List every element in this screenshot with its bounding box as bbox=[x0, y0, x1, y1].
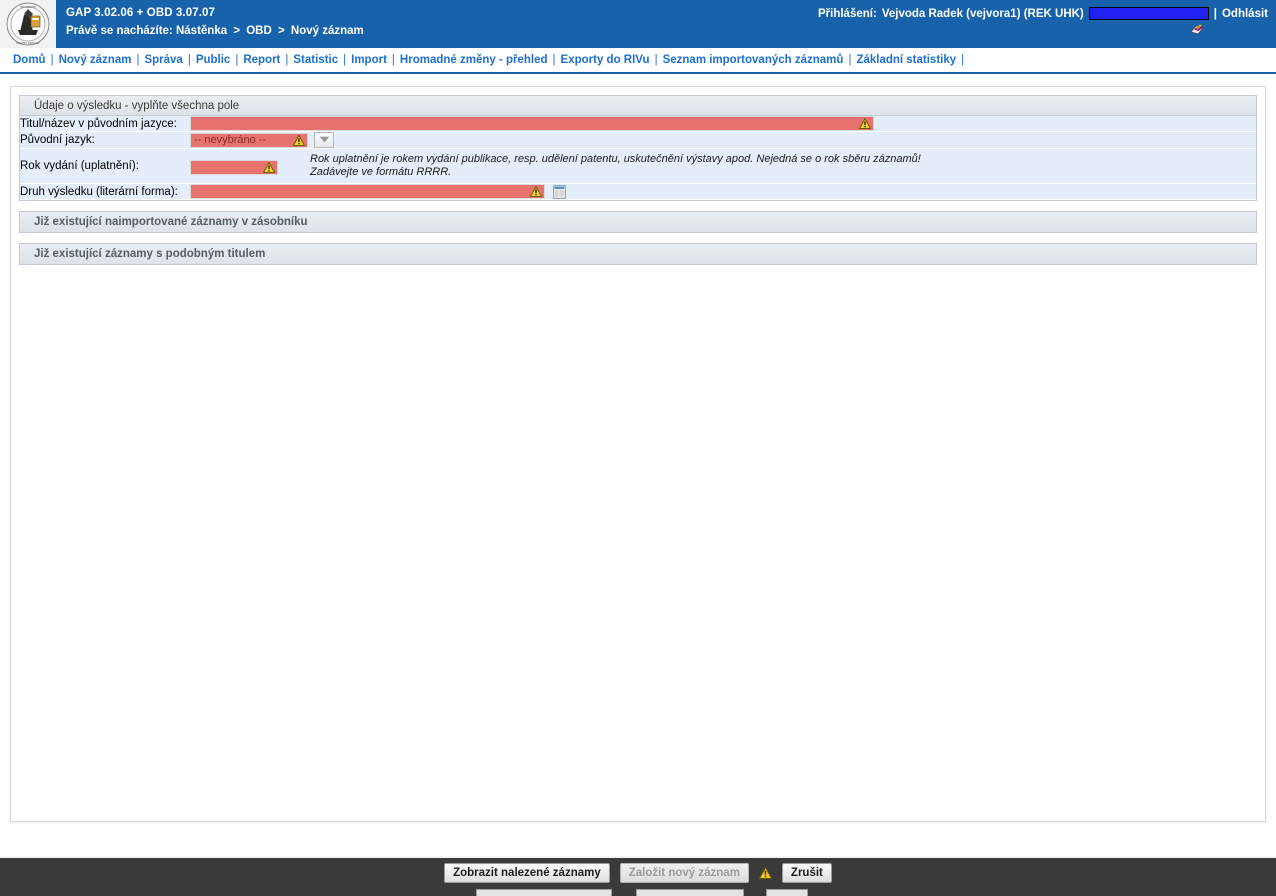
breadcrumb-separator-2: > bbox=[278, 25, 285, 37]
language-dropdown-button[interactable] bbox=[314, 132, 335, 148]
similar-title-records-section[interactable]: Již existující záznamy s podobným titule… bbox=[19, 243, 1257, 265]
nav-item-import[interactable]: Import bbox=[346, 54, 392, 66]
year-hint-line-2: Zadávejte ve formátu RRRR. bbox=[310, 166, 452, 178]
login-user-name: Vejvoda Radek (vejvora1) (REK UHK) bbox=[881, 7, 1084, 20]
title-label: Titul/název v původním jazyce: bbox=[20, 116, 190, 132]
form-row-language: Původní jazyk: -- nevybráno -- bbox=[20, 131, 1256, 149]
content-area: Údaje o výsledku - vyplňte všechna pole … bbox=[0, 74, 1276, 856]
svg-text:UNIVERZITA: UNIVERZITA bbox=[20, 5, 36, 9]
warning-icon bbox=[859, 118, 871, 129]
nav-item-zakladni-statistiky[interactable]: Základní statistiky bbox=[851, 54, 961, 66]
nav-separator: | bbox=[961, 54, 965, 66]
top-header-bar: UNIVERZITA HRADEC KRÁLOVÉ GAP 3.02.06 + … bbox=[0, 0, 1276, 48]
form-row-title: Titul/název v původním jazyce: bbox=[20, 116, 1256, 132]
bottom-toolbar: Zobrazit nalezené záznamy Založit nový z… bbox=[0, 858, 1276, 888]
imported-records-section[interactable]: Již existující naimportované záznamy v z… bbox=[19, 211, 1257, 233]
breadcrumb: Právě se nacházíte: Nástěnka > OBD > Nov… bbox=[66, 24, 364, 39]
kind-input[interactable] bbox=[190, 184, 545, 199]
breadcrumb-separator-1: > bbox=[233, 25, 241, 37]
breadcrumb-prefix: Právě se nacházíte: bbox=[66, 25, 173, 37]
create-new-record-button[interactable]: Založit nový záznam bbox=[619, 863, 749, 883]
breadcrumb-item-novy-zaznam: Nový záznam bbox=[290, 25, 364, 37]
header-titles: GAP 3.02.06 + OBD 3.07.07 Právě se nachá… bbox=[56, 0, 364, 48]
bottom-toolbar-overflow bbox=[0, 888, 1276, 896]
login-label: Přihlášení: bbox=[818, 7, 877, 20]
kind-value-cell bbox=[190, 183, 1256, 200]
imported-records-legend: Již existující naimportované záznamy v z… bbox=[20, 212, 1256, 232]
overflow-button-2[interactable] bbox=[636, 889, 744, 896]
list-picker-icon[interactable] bbox=[553, 184, 567, 199]
form-row-kind: Druh výsledku (literární forma): bbox=[20, 183, 1256, 200]
year-label: Rok vydání (uplatnění): bbox=[20, 148, 190, 184]
header-login-area: Přihlášení: Vejvoda Radek (vejvora1) (RE… bbox=[818, 0, 1276, 48]
warning-icon bbox=[263, 162, 275, 173]
nav-item-seznam-importovanych[interactable]: Seznam importovaných záznamů bbox=[658, 54, 849, 66]
overflow-button-1[interactable] bbox=[476, 889, 612, 896]
nav-item-exporty-rivu[interactable]: Exporty do RIVu bbox=[556, 54, 655, 66]
kind-label: Druh výsledku (literární forma): bbox=[20, 183, 190, 200]
app-version-title: GAP 3.02.06 + OBD 3.07.07 bbox=[66, 7, 216, 19]
nav-item-hromadne-zmeny[interactable]: Hromadné změny - přehled bbox=[395, 54, 553, 66]
result-details-fieldset: Údaje o výsledku - vyplňte všechna pole … bbox=[19, 95, 1257, 201]
warning-icon bbox=[293, 134, 305, 146]
overflow-button-3[interactable] bbox=[766, 889, 808, 896]
main-navigation: Domů | Nový záznam | Správa | Public | R… bbox=[0, 48, 1276, 74]
show-found-records-button[interactable]: Zobrazit nalezené záznamy bbox=[444, 863, 610, 883]
warning-icon bbox=[758, 867, 772, 879]
title-value-cell bbox=[190, 116, 1256, 132]
language-select[interactable]: -- nevybráno -- bbox=[190, 132, 308, 148]
breadcrumb-item-obd[interactable]: OBD bbox=[246, 25, 272, 37]
nav-item-report[interactable]: Report bbox=[238, 54, 285, 66]
nav-item-public[interactable]: Public bbox=[191, 54, 236, 66]
year-input[interactable] bbox=[190, 160, 278, 175]
logout-separator: | bbox=[1213, 7, 1217, 20]
similar-title-records-legend: Již existující záznamy s podobným titule… bbox=[20, 244, 1256, 264]
year-hint-line-1: Rok uplatnění je rokem vydání publikace,… bbox=[310, 153, 921, 165]
nav-item-statistic[interactable]: Statistic bbox=[288, 54, 343, 66]
book-icon[interactable] bbox=[1190, 23, 1204, 36]
language-selected-value: -- nevybráno -- bbox=[194, 133, 267, 146]
result-details-legend: Údaje o výsledku - vyplňte všechna pole bbox=[20, 96, 1256, 116]
language-label: Původní jazyk: bbox=[20, 131, 190, 149]
main-panel: Údaje o výsledku - vyplňte všechna pole … bbox=[10, 86, 1266, 822]
similar-title-records-title: Již existující záznamy s podobným titule… bbox=[34, 248, 266, 260]
form-row-year: Rok vydání (uplatnění): Rok uplatnění je… bbox=[20, 148, 1256, 184]
university-logo: UNIVERZITA HRADEC KRÁLOVÉ bbox=[0, 0, 56, 48]
breadcrumb-item-nastenka[interactable]: Nástěnka bbox=[176, 25, 227, 37]
year-value-cell: Rok uplatnění je rokem vydání publikace,… bbox=[190, 148, 1256, 184]
language-value-cell: -- nevybráno -- bbox=[190, 131, 1256, 149]
role-select[interactable] bbox=[1088, 7, 1209, 20]
nav-item-novy-zaznam[interactable]: Nový záznam bbox=[54, 54, 137, 66]
cancel-button[interactable]: Zrušit bbox=[781, 863, 832, 883]
logout-link[interactable]: Odhlásit bbox=[1222, 8, 1268, 20]
title-input[interactable] bbox=[190, 116, 874, 131]
result-details-table: Titul/název v původním jazyce: Původní j… bbox=[20, 116, 1256, 200]
nav-item-domu[interactable]: Domů bbox=[8, 54, 51, 66]
warning-icon bbox=[530, 186, 542, 197]
nav-item-sprava[interactable]: Správa bbox=[139, 54, 187, 66]
chevron-down-icon bbox=[319, 136, 329, 143]
imported-records-title: Již existující naimportované záznamy v z… bbox=[34, 216, 308, 228]
